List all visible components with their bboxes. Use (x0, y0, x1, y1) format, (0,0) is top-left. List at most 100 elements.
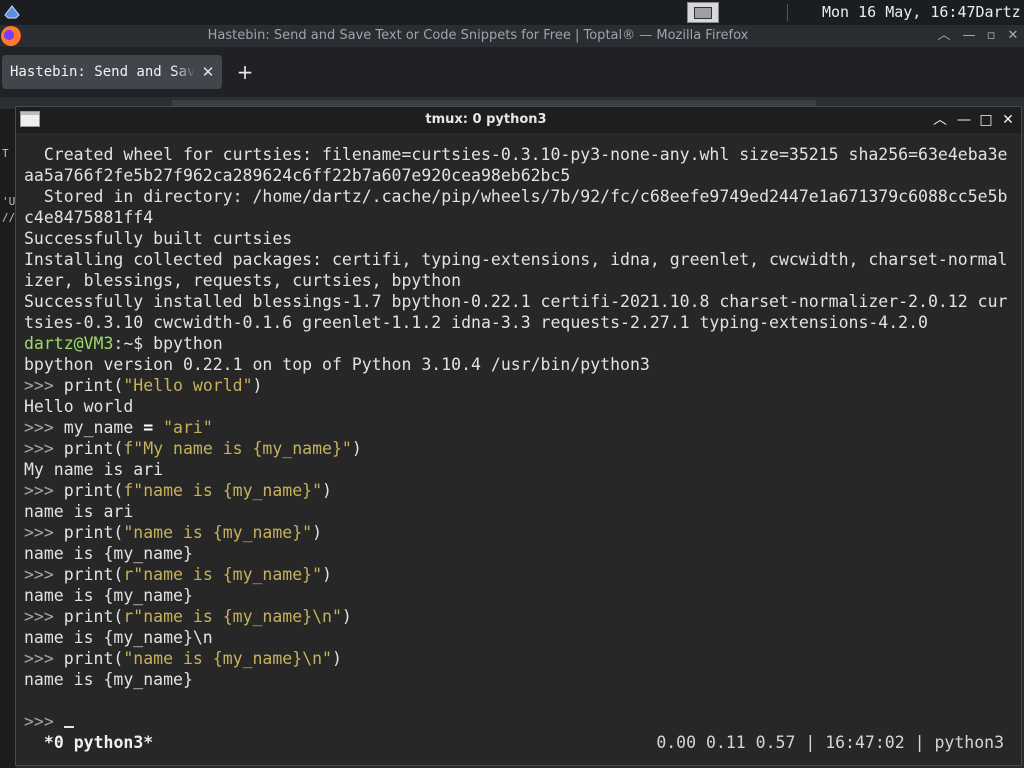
page-text-fragment: T (2, 147, 9, 160)
terminal-line: Successfully built curtsies (24, 228, 1019, 249)
terminal-text: f"name is {my_name}" (123, 481, 323, 500)
terminal-line: Installing collected packages: certifi, … (24, 249, 1019, 270)
firefox-titlebar: Hastebin: Send and Save Text or Code Sni… (0, 25, 1024, 47)
taskbar-window-button[interactable] (687, 2, 719, 23)
terminal-line: >>> (24, 711, 1019, 732)
terminal-line: >>> print("Hello world") (24, 375, 1019, 396)
terminal-text: ) (341, 607, 352, 626)
username-text: Dartz (975, 3, 1021, 21)
terminal-text: f"My name is {my_name}" (123, 439, 352, 458)
maximize-icon[interactable]: □ (976, 110, 996, 130)
firefox-page-content: T 'U // (0, 109, 16, 768)
repl-prompt: >>> (24, 481, 64, 500)
terminal-text: my_name (63, 418, 144, 437)
chevron-up-icon[interactable]: ︿ (935, 26, 953, 46)
terminal-line: >>> print(r"name is {my_name}") (24, 564, 1019, 585)
close-icon[interactable]: ✕ (998, 110, 1018, 130)
terminal-line: >>> print("name is {my_name}\n") (24, 648, 1019, 669)
firefox-tab-strip: Hastebin: Send and Save Text or Code Sni… (0, 47, 1024, 97)
app-launcher-button[interactable] (2, 2, 22, 22)
terminal-line: Created wheel for curtsies: filename=cur… (24, 144, 1019, 165)
tmux-window-tab[interactable]: *0 python3* (34, 731, 153, 755)
tab-hastebin[interactable]: Hastebin: Send and Save Text or Code Sni… (2, 55, 222, 89)
terminal-window[interactable]: tmux: 0 python3 ︿ — □ ✕ Created wheel fo… (15, 106, 1022, 766)
terminal-line: Hello world (24, 396, 1019, 417)
page-text-fragment: // (2, 211, 16, 224)
terminal-text: "name is {my_name}\n" (123, 649, 332, 668)
terminal-line: >>> print(f"name is {my_name}") (24, 480, 1019, 501)
terminal-line: c4e8475881ff4 (24, 207, 1019, 228)
terminal-text: ) (351, 439, 362, 458)
minimize-icon[interactable]: — (960, 26, 978, 46)
tmux-status-right: 0.00 0.11 0.57 | 16:47:02 | python3 (656, 733, 1004, 752)
terminal-text: :~$ bpython (113, 334, 223, 353)
terminal-line: tsies-0.3.10 cwcwidth-0.1.6 greenlet-1.1… (24, 312, 1019, 333)
terminal-text: name is {my_name}\n (24, 628, 213, 647)
terminal-titlebar[interactable]: tmux: 0 python3 ︿ — □ ✕ (16, 107, 1021, 133)
terminal-text: print( (63, 607, 124, 626)
terminal-text: Hello world (24, 397, 134, 416)
terminal-text: = (143, 418, 154, 437)
repl-prompt: >>> (24, 649, 64, 668)
terminal-text: print( (63, 376, 124, 395)
clock-text: Mon 16 May, 16:47 (822, 3, 976, 21)
terminal-text: Successfully built curtsies (24, 229, 293, 248)
new-tab-button[interactable]: + (232, 58, 258, 86)
terminal-line: name is {my_name}\n (24, 627, 1019, 648)
terminal-line: My name is ari (24, 459, 1019, 480)
terminal-text: "Hello world" (123, 376, 253, 395)
terminal-text: bpython version 0.22.1 on top of Python … (24, 355, 650, 374)
tab-close-icon[interactable]: ✕ (200, 55, 216, 89)
text-cursor (63, 714, 74, 728)
terminal-text: Successfully installed blessings-1.7 bpy… (24, 292, 1008, 311)
terminal-line: Stored in directory: /home/dartz/.cache/… (24, 186, 1019, 207)
terminal-line: name is ari (24, 501, 1019, 522)
terminal-text: Stored in directory: /home/dartz/.cache/… (24, 187, 1008, 206)
terminal-text: izer, blessings, requests, curtsies, bpy… (24, 271, 462, 290)
terminal-text: tsies-0.3.10 cwcwidth-0.1.6 greenlet-1.1… (24, 313, 928, 332)
terminal-output[interactable]: Created wheel for curtsies: filename=cur… (24, 144, 1019, 732)
terminal-line: >>> my_name = "ari" (24, 417, 1019, 438)
repl-prompt: >>> (24, 607, 64, 626)
terminal-text: "name is {my_name}" (123, 523, 313, 542)
terminal-text: name is {my_name} (24, 544, 193, 563)
terminal-text: print( (63, 565, 124, 584)
terminal-line: Successfully installed blessings-1.7 bpy… (24, 291, 1019, 312)
terminal-line: >>> print(f"My name is {my_name}") (24, 438, 1019, 459)
terminal-line: izer, blessings, requests, curtsies, bpy… (24, 270, 1019, 291)
terminal-text: r"name is {my_name}" (123, 565, 323, 584)
repl-prompt: >>> (24, 565, 64, 584)
minimize-icon[interactable]: — (954, 110, 974, 130)
terminal-line: name is {my_name} (24, 543, 1019, 564)
terminal-text: My name is ari (24, 460, 164, 479)
terminal-text: Created wheel for curtsies: filename=cur… (24, 145, 1008, 164)
repl-prompt: >>> (24, 376, 64, 395)
repl-prompt: >>> (24, 523, 64, 542)
terminal-text: ) (312, 523, 323, 542)
terminal-text: name is {my_name} (24, 670, 193, 689)
repl-prompt: >>> (24, 418, 64, 437)
firefox-window-title: Hastebin: Send and Save Text or Code Sni… (207, 28, 749, 43)
close-icon[interactable]: ✕ (1004, 26, 1022, 46)
maximize-icon[interactable]: ▫ (982, 26, 1000, 46)
terminal-text: ) (322, 481, 332, 500)
desktop-top-panel: Mon 16 May, 16:47Dartz (0, 0, 1024, 25)
keep-above-icon[interactable]: ︿ (930, 110, 950, 130)
terminal-text: ) (322, 565, 332, 584)
terminal-line: name is {my_name} (24, 585, 1019, 606)
panel-clock[interactable]: Mon 16 May, 16:47Dartz (822, 2, 1021, 23)
terminal-text: print( (63, 439, 124, 458)
terminal-text: c4e8475881ff4 (24, 208, 154, 227)
terminal-text: ) (252, 376, 263, 395)
terminal-line: name is {my_name} (24, 669, 1019, 690)
terminal-line: dartz@VM3:~$ bpython (24, 333, 1019, 354)
window-icon (694, 7, 712, 19)
repl-prompt: >>> (24, 439, 64, 458)
terminal-text: "ari" (163, 418, 213, 437)
panel-separator (787, 4, 788, 21)
terminal-text: print( (63, 649, 124, 668)
terminal-text: aa5a766f2fe5b27f962ca289624c6ff22b7a607e… (24, 166, 571, 185)
terminal-text: r"name is {my_name}\n" (123, 607, 342, 626)
terminal-line: >>> print("name is {my_name}") (24, 522, 1019, 543)
